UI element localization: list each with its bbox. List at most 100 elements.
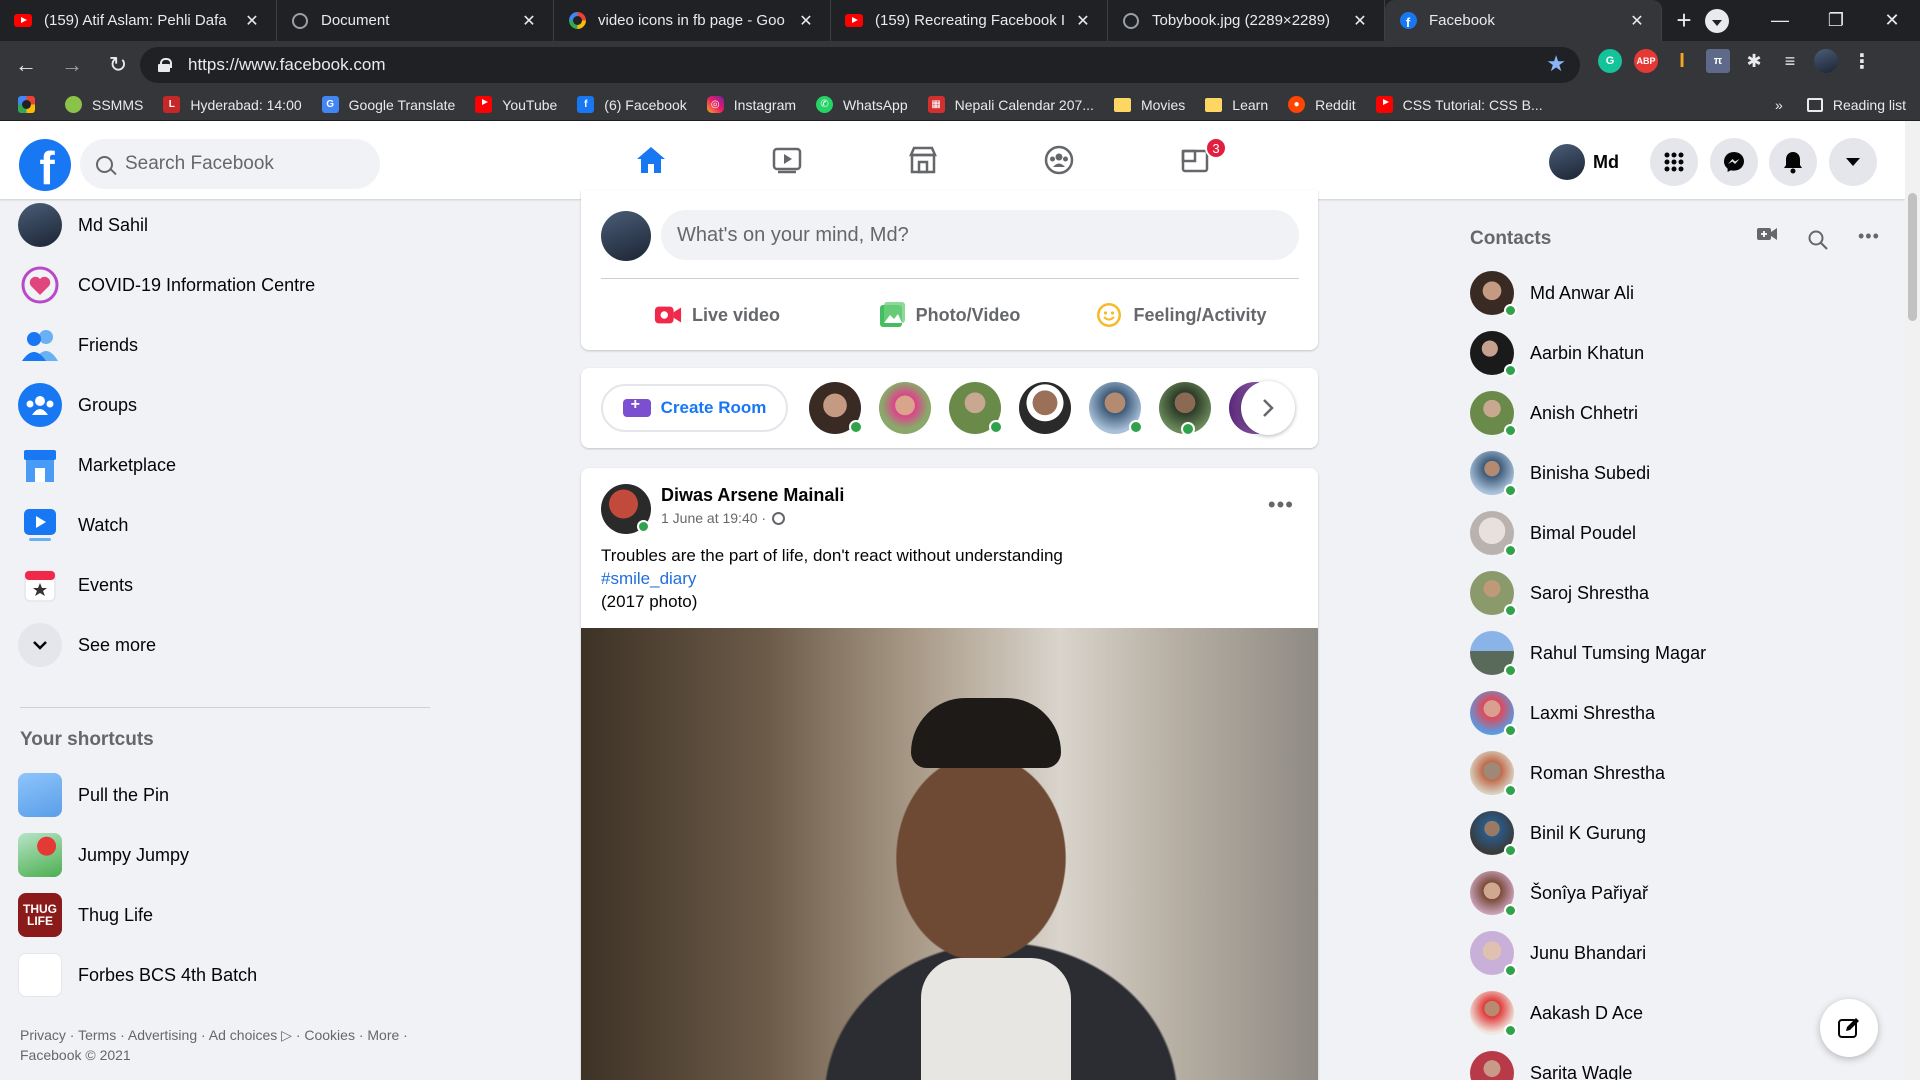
hashtag-link[interactable]: #smile_diary [601, 567, 1063, 590]
post-author[interactable]: Diwas Arsene Mainali [661, 485, 844, 506]
lock-icon[interactable] [158, 58, 172, 72]
contact-item[interactable]: Binil K Gurung [1470, 808, 1890, 858]
restore-icon[interactable]: ❐ [1808, 0, 1864, 41]
bookmark-css-tutorial[interactable]: CSS Tutorial: CSS B... [1375, 96, 1543, 113]
forward-icon[interactable]: → [52, 45, 92, 85]
live-video-button[interactable]: Live video [601, 290, 833, 340]
reading-list-label[interactable]: Reading list [1833, 97, 1906, 113]
account-menu-button[interactable] [1829, 138, 1877, 186]
sidebar-item-events[interactable]: Events [18, 559, 438, 611]
cursor-extension-icon[interactable]: I [1670, 49, 1694, 73]
sidebar-item-groups[interactable]: Groups [18, 379, 438, 431]
rooms-next-button[interactable] [1241, 381, 1295, 435]
contact-item[interactable]: Šonîya Pařiyař [1470, 868, 1890, 918]
sidebar-item-see-more[interactable]: See more [18, 619, 438, 671]
sidebar-item-watch[interactable]: Watch [18, 499, 438, 551]
media-control-icon[interactable]: ≡ [1778, 49, 1802, 73]
shortcut-item[interactable]: THUG LIFE Thug Life [18, 889, 438, 941]
nav-marketplace[interactable] [855, 121, 991, 199]
tab-close-icon[interactable]: ✕ [1627, 11, 1647, 31]
footer-link-row[interactable]: Privacy · Terms · Advertising · Ad choic… [20, 1025, 450, 1045]
tab-close-icon[interactable]: ✕ [1350, 11, 1370, 31]
facebook-logo-icon[interactable]: f [19, 139, 71, 191]
browser-tab[interactable]: Document ✕ [277, 0, 554, 41]
contact-item[interactable]: Junu Bhandari [1470, 928, 1890, 978]
grammarly-icon[interactable]: G [1598, 49, 1622, 73]
bookmark-google-translate[interactable]: G Google Translate [321, 96, 455, 113]
bookmark-facebook[interactable]: f (6) Facebook [577, 96, 687, 113]
bookmark-hyderabad[interactable]: L Hyderabad: 14:00 [163, 96, 302, 113]
shortcut-item[interactable]: Pull the Pin [18, 769, 438, 821]
room-avatar[interactable] [949, 382, 1003, 434]
room-avatar[interactable] [1019, 382, 1071, 434]
bookmark-ssmms[interactable]: SSMMS [65, 96, 143, 113]
post-photo[interactable] [581, 628, 1318, 1080]
browser-tab[interactable]: Tobybook.jpg (2289×2289) ✕ [1108, 0, 1385, 41]
new-message-button[interactable] [1820, 999, 1878, 1057]
photo-video-button[interactable]: Photo/Video [833, 290, 1065, 340]
tab-close-icon[interactable]: ✕ [242, 11, 262, 31]
contact-item[interactable]: Laxmi Shrestha [1470, 688, 1890, 738]
feeling-activity-button[interactable]: Feeling/Activity [1065, 290, 1297, 340]
room-avatar[interactable] [809, 382, 863, 434]
extension-icon[interactable]: π [1706, 49, 1730, 73]
sidebar-item-profile[interactable]: Md Sahil [18, 199, 438, 251]
notifications-button[interactable] [1769, 138, 1817, 186]
back-icon[interactable]: ← [6, 45, 46, 85]
avatar[interactable] [601, 484, 651, 534]
bookmark-nepali-calendar[interactable]: ▦ Nepali Calendar 207... [927, 96, 1094, 113]
more-bookmarks-button[interactable]: » [1775, 97, 1783, 113]
profile-chip[interactable]: Md [1549, 143, 1619, 181]
shortcut-item[interactable]: Jumpy Jumpy [18, 829, 438, 881]
room-avatar[interactable] [879, 382, 931, 434]
nav-groups[interactable] [991, 121, 1127, 199]
browser-tab[interactable]: (159) Atif Aslam: Pehli Dafa ✕ [0, 0, 277, 41]
contact-item[interactable]: Rahul Tumsing Magar [1470, 628, 1890, 678]
room-avatar[interactable] [1089, 382, 1143, 434]
contacts-search-icon[interactable] [1808, 230, 1828, 255]
contact-item[interactable]: Aarbin Khatun [1470, 328, 1890, 378]
new-tab-button[interactable]: + [1662, 0, 1706, 41]
address-bar[interactable]: https://www.facebook.com ★ [140, 47, 1580, 83]
post-time[interactable]: 1 June at 19:40 · [661, 510, 766, 526]
search-input[interactable] [125, 153, 365, 175]
browser-tab[interactable]: (159) Recreating Facebook I ✕ [831, 0, 1108, 41]
browser-tab[interactable]: video icons in fb page - Goo ✕ [554, 0, 831, 41]
messenger-button[interactable] [1710, 138, 1758, 186]
sidebar-item-marketplace[interactable]: Marketplace [18, 439, 438, 491]
nav-gaming[interactable]: 3 [1127, 121, 1263, 199]
bookmark-folder-movies[interactable]: Movies [1113, 97, 1185, 113]
bookmark-star-icon[interactable]: ★ [1546, 51, 1566, 77]
contact-item[interactable]: Binisha Subedi [1470, 448, 1890, 498]
minimize-icon[interactable]: — [1752, 0, 1808, 41]
sidebar-item-covid[interactable]: COVID-19 Information Centre [18, 259, 438, 311]
nav-home[interactable] [583, 121, 719, 199]
adblock-icon[interactable]: ABP [1634, 49, 1658, 73]
bookmark-folder-learn[interactable]: Learn [1205, 97, 1268, 113]
puzzle-icon[interactable]: ✱ [1742, 49, 1766, 73]
contact-item[interactable]: Roman Shrestha [1470, 748, 1890, 798]
nav-watch[interactable] [719, 121, 855, 199]
contact-item[interactable]: Bimal Poudel [1470, 508, 1890, 558]
contact-item[interactable]: Anish Chhetri [1470, 388, 1890, 438]
bookmark-reddit[interactable]: ● Reddit [1288, 96, 1356, 113]
video-call-icon[interactable] [1756, 226, 1778, 247]
page-scrollbar[interactable] [1905, 121, 1920, 1080]
menu-grid-button[interactable] [1650, 138, 1698, 186]
shortcut-item[interactable]: Forbes BCS 4th Batch [18, 949, 438, 1001]
bookmark-youtube[interactable]: YouTube [475, 96, 557, 113]
room-avatar[interactable] [1159, 382, 1211, 436]
tab-close-icon[interactable]: ✕ [1073, 11, 1093, 31]
more-options-icon[interactable]: ••• [1268, 492, 1294, 518]
contacts-options-icon[interactable]: ••• [1858, 226, 1880, 247]
search-box[interactable] [80, 139, 380, 189]
browser-tab-active[interactable]: f Facebook ✕ [1385, 0, 1662, 41]
status-input[interactable]: What's on your mind, Md? [661, 210, 1299, 260]
browser-menu-icon[interactable]: ⋮ [1850, 49, 1874, 73]
contact-item[interactable]: Sarita Wagle [1470, 1048, 1890, 1080]
tab-search-icon[interactable] [1705, 9, 1729, 33]
tab-close-icon[interactable]: ✕ [796, 11, 816, 31]
sidebar-item-friends[interactable]: Friends [18, 319, 438, 371]
tab-close-icon[interactable]: ✕ [519, 11, 539, 31]
reading-list-icon[interactable] [1806, 98, 1823, 112]
